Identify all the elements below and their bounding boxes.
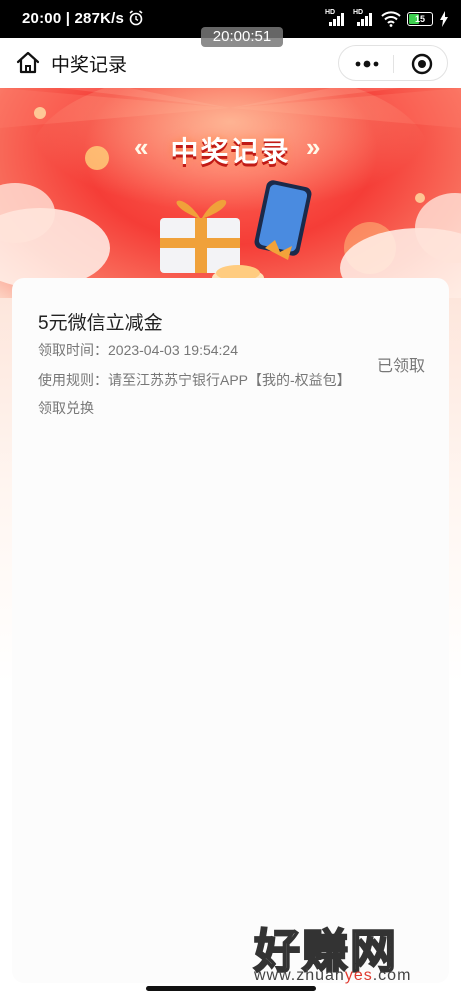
record-card: 5元微信立减金 领取时间：2023-04-03 19:54:24 使用规则：请至… [12, 278, 449, 983]
more-dots-icon[interactable] [353, 57, 381, 71]
banner-right-chevron: » [306, 132, 321, 162]
capsule-divider [393, 55, 394, 73]
header-banner: « 中奖记录 » [0, 88, 461, 298]
usage-rule: 使用规则：请至江苏苏宁银行APP【我的-权益包】领取兑换 [38, 372, 351, 416]
banner-title: 中奖记录 [170, 136, 291, 167]
signal-icon-2: HD [353, 9, 375, 26]
battery-icon: 15 [407, 12, 433, 26]
overlay-clock: 20:00:51 [201, 27, 283, 47]
claim-status: 已领取 [376, 358, 425, 375]
prize-name: 5元微信立减金 [38, 313, 163, 334]
charging-icon [440, 11, 448, 27]
watermark-url: www.zhuanyes.com [254, 967, 412, 984]
mini-program-capsule [338, 45, 448, 81]
alarm-clock-icon [129, 10, 143, 26]
wifi-icon [381, 11, 401, 27]
target-close-icon[interactable] [411, 53, 433, 75]
claim-time: 领取时间：2023-04-03 19:54:24 [38, 342, 238, 358]
status-indicators: HD HD 15 [325, 9, 449, 28]
home-icon[interactable] [14, 49, 42, 77]
page-title: 中奖记录 [51, 55, 128, 76]
status-time: 20:00 | 287K/s [22, 10, 125, 27]
signal-icon: HD [325, 9, 347, 26]
watermark-logo: 好赚网 www.zhuanyes.com [248, 915, 448, 990]
